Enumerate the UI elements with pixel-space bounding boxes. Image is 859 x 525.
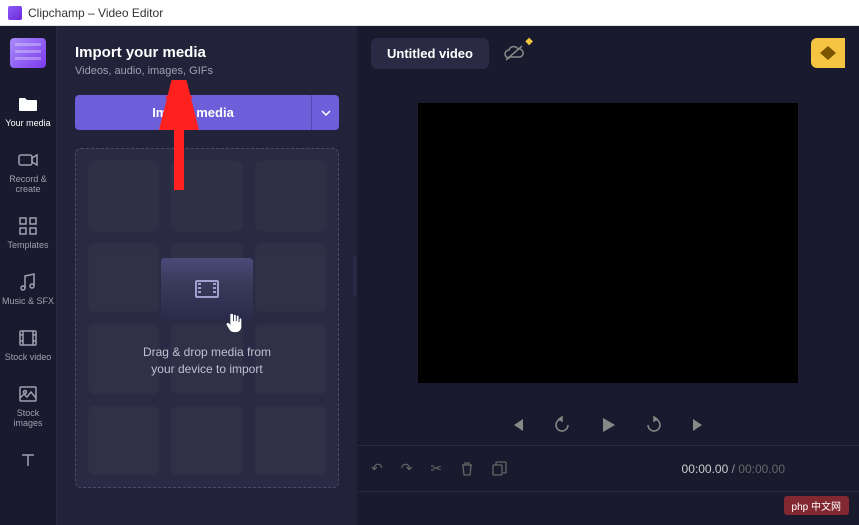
- sidebar-item-your-media[interactable]: Your media: [0, 86, 56, 136]
- skip-start-button[interactable]: [509, 417, 525, 433]
- import-media-button[interactable]: Import media: [75, 95, 311, 130]
- timecode-display: 00:00.00 / 00:00.00: [682, 462, 785, 476]
- filmstrip-icon: [195, 280, 219, 298]
- folder-icon: [17, 94, 39, 114]
- window-title: Clipchamp – Video Editor: [28, 6, 163, 20]
- media-dropzone[interactable]: Drag & drop media from your device to im…: [75, 148, 339, 488]
- video-preview[interactable]: [418, 103, 798, 383]
- chevron-down-icon: [321, 110, 331, 116]
- film-icon: [17, 328, 39, 348]
- text-icon: [17, 450, 39, 470]
- premium-badge-icon: ◆: [525, 36, 533, 47]
- sidebar-item-stock-video[interactable]: Stock video: [0, 320, 56, 370]
- app-icon: [8, 6, 22, 20]
- sidebar-item-stock-images[interactable]: Stock images: [0, 376, 56, 436]
- dropzone-text: Drag & drop media from your device to im…: [143, 344, 271, 378]
- watermark: php 中文网: [784, 496, 849, 515]
- rewind-button[interactable]: [553, 416, 571, 434]
- sidebar-item-label: Stock video: [5, 352, 52, 362]
- import-media-dropdown[interactable]: [311, 95, 339, 130]
- sidebar-item-label: Templates: [7, 240, 48, 250]
- sidebar-item-label: Your media: [5, 118, 50, 128]
- play-button[interactable]: [599, 416, 617, 434]
- timeline-toolbar: ↶ ↷ ✂ 00:00.00 / 00:00.00: [357, 445, 859, 491]
- split-button[interactable]: ✂: [430, 460, 442, 477]
- clipchamp-logo[interactable]: [10, 38, 46, 68]
- import-button-group: Import media: [75, 95, 339, 130]
- panel-subtitle: Videos, audio, images, GIFs: [75, 65, 339, 77]
- cloud-sync-button[interactable]: ◆: [503, 44, 525, 62]
- content-area: Untitled video ◆ ↶ ↷ ✂: [357, 26, 859, 525]
- sidebar-item-text[interactable]: [0, 442, 56, 482]
- preview-area: [357, 80, 859, 405]
- sidebar-item-record-create[interactable]: Record & create: [0, 142, 56, 202]
- redo-button[interactable]: ↷: [401, 460, 413, 477]
- main-layout: Your media Record & create Templates Mus…: [0, 26, 859, 525]
- window-titlebar: Clipchamp – Video Editor: [0, 0, 859, 26]
- skip-end-button[interactable]: [691, 417, 707, 433]
- undo-button[interactable]: ↶: [371, 460, 383, 477]
- templates-icon: [17, 216, 39, 236]
- sidebar-item-music-sfx[interactable]: Music & SFX: [0, 264, 56, 314]
- diamond-icon: [820, 46, 836, 60]
- media-panel: Import your media Videos, audio, images,…: [57, 26, 357, 525]
- cloud-off-icon: [503, 44, 525, 62]
- topbar: Untitled video ◆: [357, 26, 859, 80]
- sidebar-item-label: Music & SFX: [2, 296, 54, 306]
- hand-cursor-icon: [223, 312, 245, 334]
- image-icon: [17, 384, 39, 404]
- sidebar-item-templates[interactable]: Templates: [0, 208, 56, 258]
- sidebar-item-label: Record & create: [2, 174, 54, 194]
- sidebar-item-label: Stock images: [2, 408, 54, 428]
- music-icon: [17, 272, 39, 292]
- delete-button[interactable]: [460, 461, 474, 476]
- sidebar: Your media Record & create Templates Mus…: [0, 26, 57, 525]
- dropzone-thumbnail: [161, 258, 253, 320]
- project-title[interactable]: Untitled video: [371, 38, 489, 69]
- panel-title: Import your media: [75, 44, 339, 61]
- duplicate-button[interactable]: [492, 461, 507, 476]
- premium-button[interactable]: [811, 38, 845, 68]
- camera-icon: [17, 150, 39, 170]
- player-controls: [357, 405, 859, 445]
- forward-button[interactable]: [645, 416, 663, 434]
